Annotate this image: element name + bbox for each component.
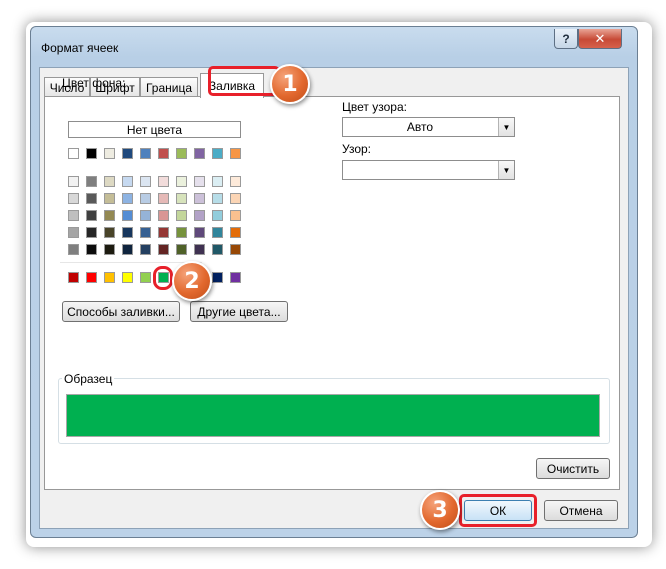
- color-swatch[interactable]: [230, 244, 241, 255]
- cancel-button[interactable]: Отмена: [544, 500, 618, 521]
- help-button[interactable]: ?: [554, 29, 578, 49]
- color-swatch[interactable]: [122, 272, 133, 283]
- dropdown-arrow-icon: ▼: [498, 118, 514, 136]
- close-button[interactable]: ✕: [578, 29, 622, 49]
- more-colors-button[interactable]: Другие цвета...: [190, 301, 288, 322]
- pattern-color-select[interactable]: Авто ▼: [342, 117, 515, 137]
- close-icon: ✕: [594, 30, 606, 46]
- color-swatch[interactable]: [140, 176, 151, 187]
- color-swatch[interactable]: [230, 148, 241, 159]
- color-swatch[interactable]: [68, 148, 79, 159]
- color-swatch[interactable]: [158, 148, 169, 159]
- dropdown-arrow-icon: ▼: [498, 161, 514, 179]
- color-swatch[interactable]: [122, 244, 133, 255]
- callout-badge-3: 3: [420, 490, 460, 530]
- color-swatch[interactable]: [122, 193, 133, 204]
- color-swatch[interactable]: [158, 210, 169, 221]
- sample-preview: [66, 394, 600, 437]
- color-swatch[interactable]: [122, 227, 133, 238]
- color-swatch[interactable]: [158, 176, 169, 187]
- color-swatch[interactable]: [122, 176, 133, 187]
- background-color-label: Цвет фона:: [62, 76, 126, 90]
- color-swatch[interactable]: [212, 148, 223, 159]
- color-swatch[interactable]: [212, 227, 223, 238]
- color-swatch[interactable]: [158, 227, 169, 238]
- color-swatch[interactable]: [104, 244, 115, 255]
- color-swatch[interactable]: [86, 244, 97, 255]
- color-swatch[interactable]: [194, 193, 205, 204]
- color-swatch[interactable]: [158, 193, 169, 204]
- pattern-style-label: Узор:: [342, 142, 371, 156]
- callout-badge-2: 2: [172, 261, 212, 301]
- color-swatch[interactable]: [104, 148, 115, 159]
- color-swatch[interactable]: [194, 227, 205, 238]
- color-swatch[interactable]: [212, 210, 223, 221]
- color-swatch[interactable]: [104, 227, 115, 238]
- color-swatch[interactable]: [68, 272, 79, 283]
- tab-border[interactable]: Граница: [140, 77, 198, 97]
- color-swatch[interactable]: [176, 227, 187, 238]
- callout-badge-1: 1: [270, 64, 310, 104]
- highlight-green-swatch: [153, 266, 173, 290]
- color-swatch[interactable]: [140, 193, 151, 204]
- clear-button[interactable]: Очистить: [536, 458, 610, 479]
- fill-effects-button[interactable]: Способы заливки...: [62, 301, 180, 322]
- color-swatch[interactable]: [212, 176, 223, 187]
- pattern-style-select[interactable]: ▼: [342, 160, 515, 180]
- color-swatch[interactable]: [140, 210, 151, 221]
- no-color-button[interactable]: Нет цвета: [68, 121, 241, 138]
- color-swatch[interactable]: [122, 210, 133, 221]
- color-swatch[interactable]: [140, 227, 151, 238]
- color-swatch[interactable]: [68, 210, 79, 221]
- palette-separator: [60, 262, 202, 263]
- color-swatch[interactable]: [122, 148, 133, 159]
- color-swatch[interactable]: [176, 244, 187, 255]
- color-swatch[interactable]: [104, 193, 115, 204]
- color-swatch[interactable]: [230, 227, 241, 238]
- highlight-ok-button: [459, 494, 537, 527]
- color-swatch[interactable]: [194, 244, 205, 255]
- pattern-color-label: Цвет узора:: [342, 100, 407, 114]
- color-swatch[interactable]: [176, 176, 187, 187]
- color-swatch[interactable]: [68, 176, 79, 187]
- sample-label: Образец: [62, 372, 115, 386]
- color-swatch[interactable]: [176, 210, 187, 221]
- color-swatch[interactable]: [140, 272, 151, 283]
- color-swatch[interactable]: [230, 193, 241, 204]
- color-swatch[interactable]: [194, 210, 205, 221]
- color-swatch[interactable]: [86, 227, 97, 238]
- color-swatch[interactable]: [194, 176, 205, 187]
- color-swatch[interactable]: [86, 193, 97, 204]
- color-swatch[interactable]: [86, 176, 97, 187]
- color-swatch[interactable]: [212, 193, 223, 204]
- pattern-style-value: [343, 161, 497, 179]
- color-swatch[interactable]: [176, 193, 187, 204]
- color-swatch[interactable]: [194, 148, 205, 159]
- color-swatch[interactable]: [104, 176, 115, 187]
- color-swatch[interactable]: [68, 227, 79, 238]
- color-swatch[interactable]: [158, 244, 169, 255]
- color-swatch[interactable]: [68, 193, 79, 204]
- pattern-color-value: Авто: [406, 120, 434, 134]
- color-swatch[interactable]: [140, 148, 151, 159]
- color-swatch[interactable]: [140, 244, 151, 255]
- color-swatch[interactable]: [104, 210, 115, 221]
- color-swatch[interactable]: [230, 176, 241, 187]
- color-swatch[interactable]: [104, 272, 115, 283]
- color-swatch[interactable]: [230, 210, 241, 221]
- color-swatch[interactable]: [86, 210, 97, 221]
- color-swatch[interactable]: [212, 272, 223, 283]
- color-swatch[interactable]: [86, 272, 97, 283]
- color-swatch[interactable]: [86, 148, 97, 159]
- color-swatch[interactable]: [68, 244, 79, 255]
- color-swatch[interactable]: [212, 244, 223, 255]
- dialog-title: Формат ячеек: [41, 41, 119, 55]
- color-swatch[interactable]: [176, 148, 187, 159]
- color-swatch[interactable]: [230, 272, 241, 283]
